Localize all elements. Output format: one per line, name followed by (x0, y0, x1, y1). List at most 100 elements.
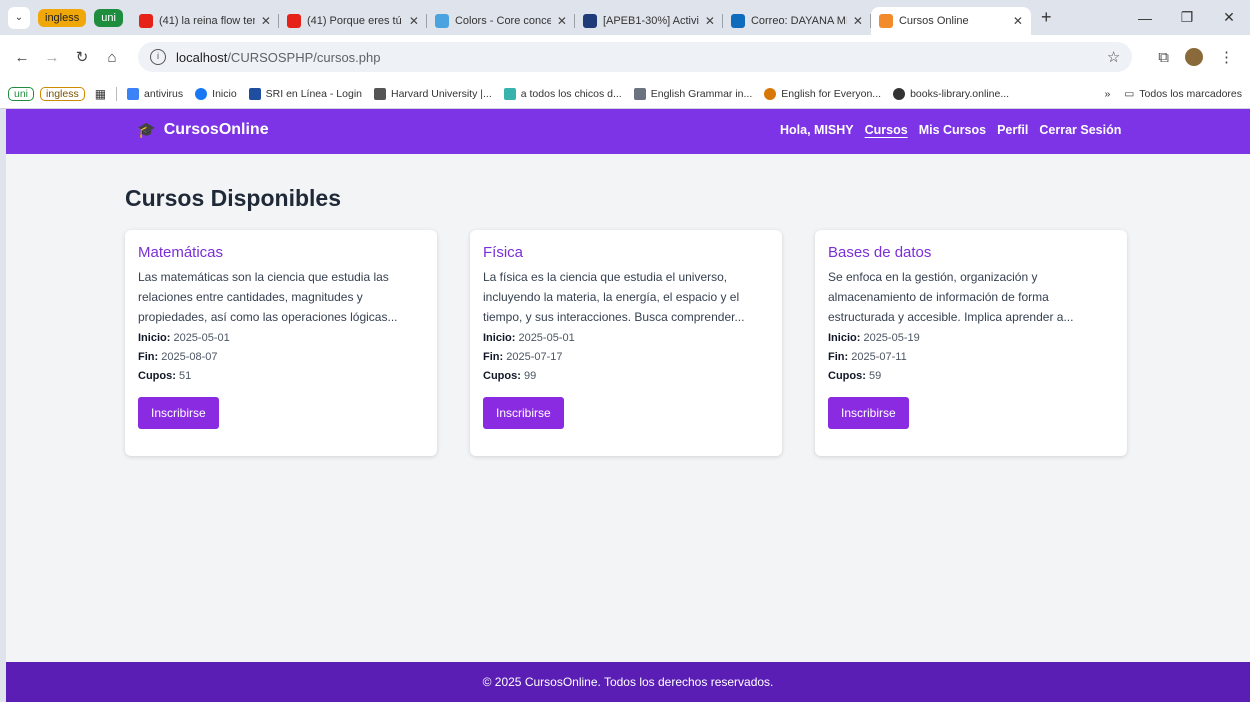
label-inicio: Inicio: (138, 332, 171, 344)
label-inicio: Inicio: (828, 332, 861, 344)
nav-link-cursos[interactable]: Cursos (865, 123, 908, 137)
apps-icon[interactable]: ▦ (95, 87, 106, 101)
close-tab-icon[interactable]: ✕ (1013, 14, 1023, 28)
tab-title: Cursos Online (898, 15, 969, 27)
course-end: Fin: 2025-08-07 (138, 348, 424, 367)
book-cover-icon (633, 87, 646, 100)
close-tab-icon[interactable]: ✕ (409, 14, 419, 28)
colors-site-icon (434, 14, 449, 28)
address-bar[interactable]: i localhost /CURSOSPHP/cursos.php ☆ (138, 42, 1133, 72)
browser-toolbar: ← → ↻ ⌂ i localhost /CURSOSPHP/cursos.ph… (0, 35, 1250, 79)
bookmark-star-icon[interactable]: ☆ (1107, 48, 1120, 66)
home-icon[interactable]: ⌂ (100, 49, 124, 66)
restore-icon[interactable]: ❐ (1166, 9, 1208, 26)
enroll-button[interactable]: Inscribirse (483, 397, 564, 429)
page-title: Cursos Disponibles (125, 185, 341, 211)
page-viewport: 🎓 CursosOnline Hola, MISHY Cursos Mis Cu… (6, 109, 1250, 702)
label-cupos: Cupos: (828, 370, 866, 382)
new-tab-icon[interactable]: + (1041, 7, 1052, 28)
bookmark-item[interactable]: SRI en Línea - Login (248, 87, 362, 100)
course-seats: Cupos: 51 (138, 367, 424, 386)
course-list: Matemáticas Las matemáticas son la cienc… (125, 230, 1160, 456)
course-card: Matemáticas Las matemáticas son la cienc… (125, 230, 437, 456)
nav-links: Hola, MISHY Cursos Mis Cursos Perfil Cer… (780, 123, 1132, 137)
url-host: localhost (176, 49, 228, 65)
tab-title: Colors - Core concepts (454, 15, 551, 27)
tab-title: (41) la reina flow temp (158, 15, 255, 27)
label-fin: Fin: (483, 351, 504, 363)
bookmark-item[interactable]: Inicio (195, 87, 237, 100)
bookmarks-bar: uni ingless ▦ antivirus Inicio SRI en Lí… (0, 79, 1250, 109)
profile-avatar[interactable] (1185, 48, 1203, 66)
course-card: Física La física es la ciencia que estud… (470, 230, 782, 456)
footer-copyright: © 2025 CursosOnline. Todos los derechos … (482, 675, 774, 689)
enroll-button[interactable]: Inscribirse (138, 397, 219, 429)
bookmark-label: a todos los chicos d... (520, 87, 622, 100)
bookmark-item[interactable]: antivirus (127, 87, 183, 100)
bookmark-item[interactable]: English for Everyon... (764, 87, 881, 100)
tab-group-uni[interactable]: uni (94, 8, 123, 27)
course-end: Fin: 2025-07-11 (828, 348, 1114, 367)
tab-title: Correo: DAYANA MICH (750, 15, 847, 27)
more-bookmarks-icon[interactable]: » (1105, 88, 1111, 100)
course-title: Matemáticas (138, 244, 224, 261)
start-date: 2025-05-01 (173, 332, 230, 344)
tab-search-button[interactable]: ⌄ (8, 6, 30, 29)
end-date: 2025-07-11 (851, 351, 907, 363)
close-window-icon[interactable]: ✕ (1208, 9, 1250, 26)
enroll-button[interactable]: Inscribirse (828, 397, 909, 429)
forward-icon[interactable]: → (40, 49, 64, 66)
bookmark-item[interactable]: a todos los chicos d... (503, 87, 622, 100)
brand-name: CursosOnline (163, 121, 269, 138)
end-date: 2025-07-17 (506, 351, 563, 363)
bookmark-label: books-library.online... (910, 87, 1010, 100)
bookmark-label: Inicio (212, 87, 237, 100)
menu-icon[interactable]: ⋮ (1219, 48, 1234, 66)
course-start: Inicio: 2025-05-01 (138, 329, 424, 348)
stack-icon (503, 87, 516, 100)
minimize-icon[interactable]: — (1124, 10, 1166, 26)
bookmark-group-ingless[interactable]: ingless (40, 86, 85, 101)
youtube-icon (138, 14, 153, 28)
browser-tab[interactable]: (41) Porque eres tú - v ✕ (279, 7, 427, 35)
youtube-icon (286, 14, 301, 28)
close-tab-icon[interactable]: ✕ (853, 14, 863, 28)
globe-icon (893, 87, 906, 100)
nav-link-cerrar-sesion[interactable]: Cerrar Sesión (1039, 123, 1121, 137)
browser-tab[interactable]: Correo: DAYANA MICH ✕ (723, 7, 871, 35)
close-tab-icon[interactable]: ✕ (705, 14, 715, 28)
site-info-icon[interactable]: i (150, 49, 166, 65)
browser-tab[interactable]: Colors - Core concepts ✕ (427, 7, 575, 35)
browser-tab[interactable]: [APEB1-30%] Actividad ✕ (575, 7, 723, 35)
browser-tab-active[interactable]: Cursos Online ✕ (870, 7, 1031, 35)
label-fin: Fin: (138, 351, 159, 363)
course-seats: Cupos: 59 (828, 367, 1114, 386)
site-icon (878, 14, 893, 28)
bookmark-item[interactable]: Harvard University |... (374, 87, 492, 100)
folder-label: Todos los marcadores (1139, 87, 1242, 100)
folder-icon: ▭ (1124, 87, 1135, 100)
seats-count: 99 (523, 370, 537, 382)
close-tab-icon[interactable]: ✕ (557, 14, 567, 28)
sri-icon (248, 87, 261, 100)
user-greeting: Hola, MISHY (780, 123, 854, 137)
label-inicio: Inicio: (483, 332, 516, 344)
reload-icon[interactable]: ↻ (70, 48, 94, 66)
nav-link-mis-cursos[interactable]: Mis Cursos (919, 123, 986, 137)
tab-title: (41) Porque eres tú - v (306, 15, 403, 27)
nav-link-perfil[interactable]: Perfil (997, 123, 1028, 137)
url-path: /CURSOSPHP/cursos.php (227, 49, 381, 65)
bookmark-group-uni[interactable]: uni (8, 86, 35, 101)
all-bookmarks-folder[interactable]: ▭ Todos los marcadores (1124, 88, 1242, 100)
close-tab-icon[interactable]: ✕ (261, 14, 271, 28)
browser-tab[interactable]: (41) la reina flow temp ✕ (131, 7, 279, 35)
site-brand[interactable]: 🎓 CursosOnline (137, 121, 269, 139)
site-navbar: 🎓 CursosOnline Hola, MISHY Cursos Mis Cu… (6, 109, 1250, 154)
bookmark-item[interactable]: English Grammar in... (633, 87, 753, 100)
extensions-icon[interactable]: ⧉ (1158, 49, 1169, 66)
tab-group-ingless[interactable]: ingless (38, 8, 87, 27)
seats-count: 59 (868, 370, 882, 382)
bookmark-item[interactable]: books-library.online... (893, 87, 1010, 100)
bookmark-label: English Grammar in... (650, 87, 753, 100)
back-icon[interactable]: ← (10, 49, 34, 66)
